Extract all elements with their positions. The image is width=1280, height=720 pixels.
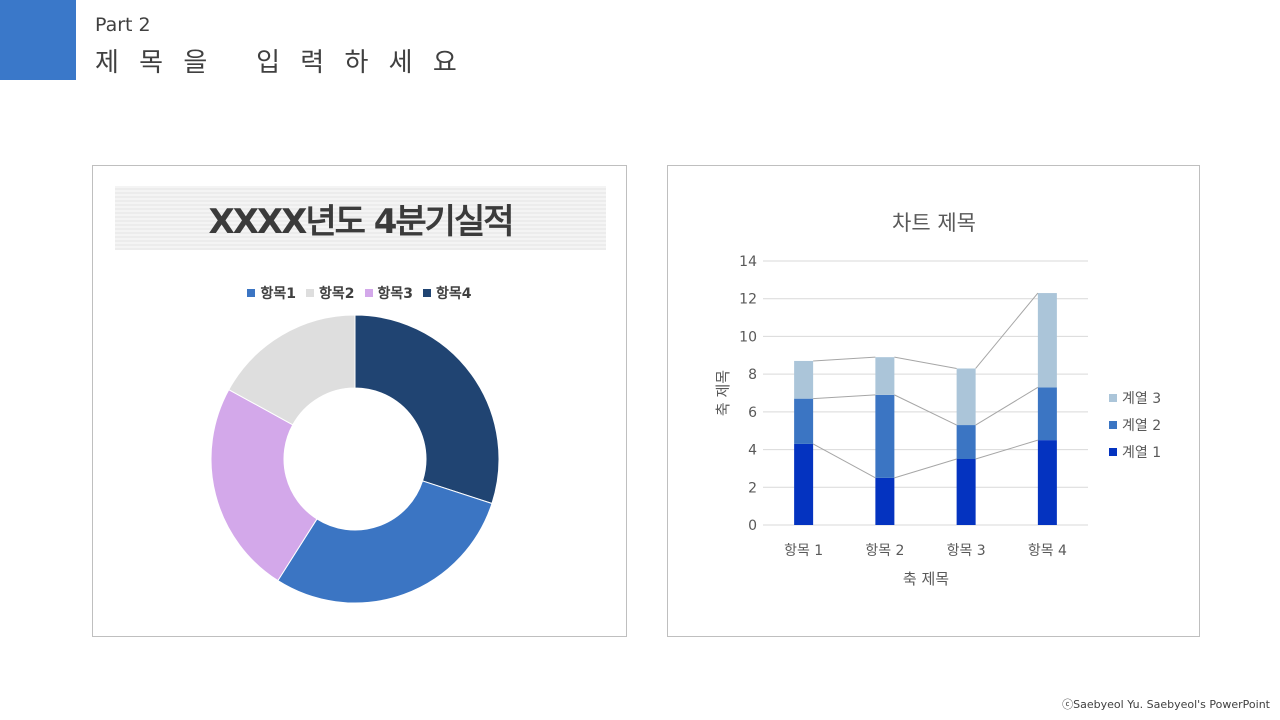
bar-segment xyxy=(956,459,976,525)
donut-chart xyxy=(210,314,500,604)
x-tick-label: 항목 4 xyxy=(1028,543,1067,559)
bar-chart-panel: 차트 제목 0 2 4 6 8 10 12 14 항목 1 항목 2 항목 3 항목 4축 제목 축 제목… xyxy=(667,165,1200,637)
bar-legend-swatch xyxy=(1109,448,1117,456)
bar-chart-title: 차트 제목 xyxy=(892,211,976,235)
page-title: 제 목 을 입 력 하 세 요 xyxy=(95,48,463,78)
x-axis-title: 축 제목 xyxy=(903,570,949,588)
bar-segment xyxy=(794,360,814,399)
bar-segment xyxy=(875,394,895,478)
series-line xyxy=(975,386,1039,426)
series-line xyxy=(894,356,957,369)
series-line xyxy=(813,356,876,362)
bar-segment xyxy=(875,357,895,395)
bar-legend-label: 계열 3 xyxy=(1122,391,1161,407)
bar-segment xyxy=(875,477,895,525)
footer-credit: ⓒSaebyeol Yu. Saebyeol's PowerPoint xyxy=(1062,698,1270,711)
bar-segment xyxy=(956,368,976,426)
bar-legend-swatch xyxy=(1109,421,1117,429)
y-tick-label: 10 xyxy=(739,329,757,345)
y-tick-label: 2 xyxy=(748,480,757,496)
bar-segment xyxy=(794,398,814,444)
bar-legend-swatch xyxy=(1109,394,1117,402)
y-tick-label: 12 xyxy=(739,292,757,308)
header-accent-block xyxy=(0,0,76,80)
donut-chart-panel: XXXX년도 4분기실적 항목1 항목2 항목3 항목4 xyxy=(92,165,627,637)
stacked-bar-chart: 차트 제목02468101214항목 1 항목 2 항목 3 항목 4축 제목축 제목… xyxy=(714,211,1161,588)
bar-segment xyxy=(794,443,814,525)
y-axis-title: 축 제목 xyxy=(714,370,732,416)
y-tick-label: 8 xyxy=(748,367,757,383)
series-line xyxy=(975,292,1039,369)
y-tick-label: 6 xyxy=(748,405,757,421)
x-tick-label: 항목 1 xyxy=(784,543,823,559)
x-tick-label: 항목 2 xyxy=(865,543,904,559)
x-tick-label: 항목 3 xyxy=(947,543,986,559)
y-tick-label: 4 xyxy=(748,443,757,459)
series-line xyxy=(894,458,957,479)
donut-slice-항목1 xyxy=(277,480,493,604)
bar-segment xyxy=(956,425,976,459)
bar-segment xyxy=(1037,387,1057,441)
donut-slice-항목4 xyxy=(354,314,500,505)
bar-legend-label: 계열 1 xyxy=(1122,445,1161,461)
series-line xyxy=(813,394,876,400)
part-label: Part 2 xyxy=(95,14,151,36)
series-line xyxy=(812,443,876,479)
series-line xyxy=(894,394,957,426)
bar-segment xyxy=(1037,440,1057,525)
bar-segment xyxy=(1037,293,1057,388)
bar-legend-label: 계열 2 xyxy=(1122,418,1161,434)
y-tick-label: 14 xyxy=(739,254,757,270)
y-tick-label: 0 xyxy=(748,518,757,534)
